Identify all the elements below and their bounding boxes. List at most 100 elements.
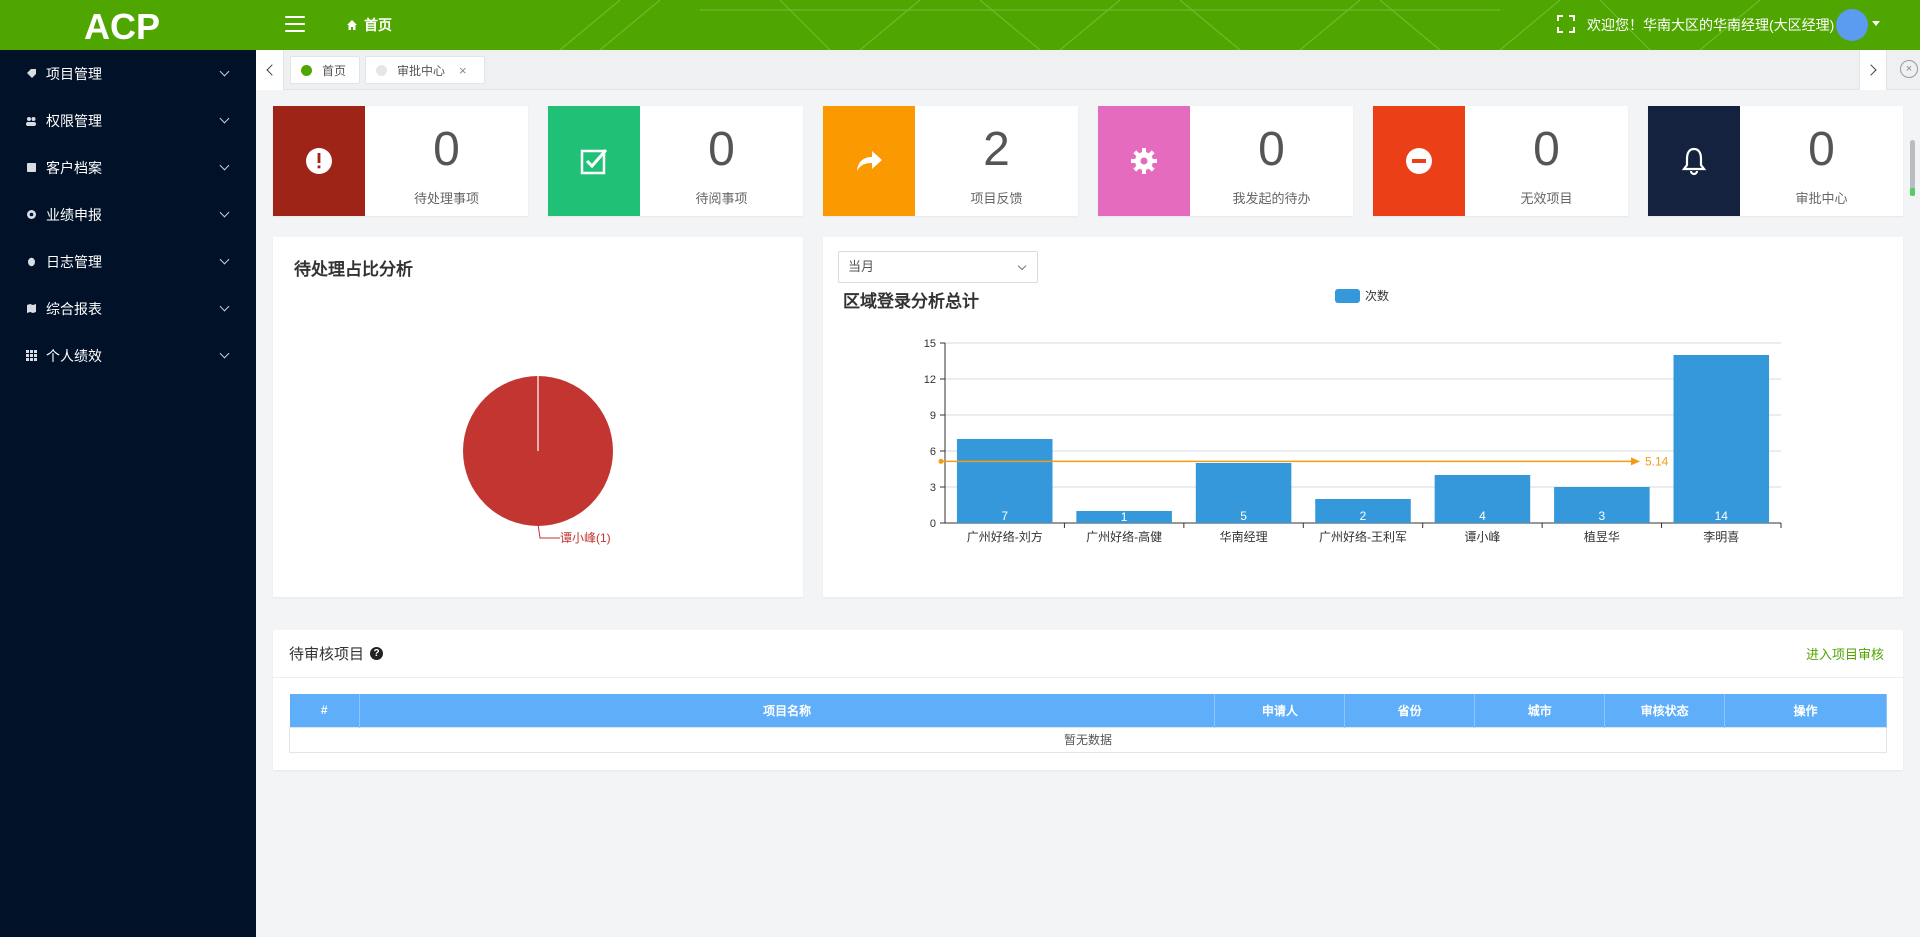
stat-label: 待处理事项 <box>413 191 479 206</box>
tab-scroll-left-button[interactable] <box>256 50 284 90</box>
close-all-tabs-icon[interactable]: × <box>1900 60 1918 78</box>
stat-card-5[interactable]: 0 审批中心 <box>1648 106 1903 216</box>
bar-value-label: 5 <box>1240 509 1247 523</box>
tab-home[interactable]: 首页 <box>290 56 360 84</box>
gear-icon <box>25 209 37 221</box>
sidebar-item-5[interactable]: 综合报表 <box>0 285 256 332</box>
pending-ratio-panel: 待处理占比分析 谭小峰(1) <box>273 237 803 597</box>
svg-text:ACP: ACP <box>84 6 160 44</box>
sidebar-item-4[interactable]: 日志管理 <box>0 238 256 285</box>
sidebar-item-label: 综合报表 <box>46 300 102 317</box>
bar-value-label: 7 <box>1001 509 1008 523</box>
bar-value-label: 1 <box>1121 510 1128 524</box>
share-arrow-icon <box>854 146 884 176</box>
y-tick-label: 12 <box>924 374 936 386</box>
tab-approval-center[interactable]: 审批中心 × <box>365 56 485 84</box>
y-tick-label: 3 <box>930 482 936 494</box>
period-select[interactable]: 当月 <box>838 251 1038 283</box>
divider <box>273 677 1903 678</box>
x-tick-label: 广州好络-王利军 <box>1319 529 1407 544</box>
x-tick-label: 谭小峰 <box>1464 530 1500 544</box>
x-tick-label: 广州好络-高健 <box>1086 529 1162 544</box>
x-tick-label: 植昱华 <box>1584 529 1620 544</box>
bar-value-label: 14 <box>1715 509 1729 523</box>
stat-card-0[interactable]: 0 待处理事项 <box>273 106 528 216</box>
chevron-down-icon <box>219 66 230 77</box>
chevron-right-icon <box>1865 64 1877 76</box>
stat-card-3[interactable]: 0 我发起的待办 <box>1098 106 1353 216</box>
chevron-down-icon <box>219 160 230 171</box>
column-header: 项目名称 <box>359 694 1216 727</box>
stat-value: 0 <box>1533 123 1560 176</box>
pie-chart: 谭小峰(1) <box>463 376 613 545</box>
tab-bar: 首页 审批中心 × × <box>256 50 1920 90</box>
home-link[interactable]: 首页 <box>346 15 392 35</box>
sidebar-item-1[interactable]: 权限管理 <box>0 97 256 144</box>
y-tick-label: 9 <box>930 410 936 422</box>
average-line-arrow <box>1631 457 1640 466</box>
grid-icon <box>25 350 37 362</box>
y-tick-label: 0 <box>930 518 936 530</box>
bar-value-label: 2 <box>1360 509 1367 523</box>
exclamation-icon <box>304 146 334 176</box>
average-line-label: 5.14 <box>1645 454 1669 468</box>
stat-card-4[interactable]: 0 无效项目 <box>1373 106 1628 216</box>
audit-title: 待审核项目 ? <box>289 643 384 664</box>
table-header-row: # 项目名称 申请人 省份 城市 审核状态 操作 <box>289 694 1887 727</box>
audit-title-text: 待审核项目 <box>289 646 365 663</box>
stat-label: 无效项目 <box>1520 191 1573 206</box>
stat-icon-box <box>1648 106 1740 216</box>
chevron-down-icon <box>219 207 230 218</box>
active-dot-icon <box>301 64 312 76</box>
users-icon <box>25 115 37 127</box>
average-line-start <box>938 458 944 464</box>
minus-circle-icon <box>1404 146 1434 176</box>
bar-chart: 0 3 6 9 12 15 7 广州好络-刘方 1 广州好络-高健 5 华南经理 2 广州好络-王利军 4 谭… <box>924 288 1782 544</box>
stat-card-1[interactable]: 0 待阅事项 <box>548 106 803 216</box>
audit-table: # 项目名称 申请人 省份 城市 审核状态 操作 暂无数据 <box>289 694 1887 753</box>
gear-icon <box>1129 146 1159 176</box>
inactive-dot-icon <box>376 64 387 76</box>
table-row: 暂无数据 <box>289 726 1887 753</box>
legend-swatch[interactable] <box>1335 289 1360 303</box>
pie-slice-label: 谭小峰(1) <box>560 531 611 545</box>
sidebar-item-label: 个人绩效 <box>46 347 102 364</box>
empty-message: 暂无数据 <box>289 726 1887 753</box>
tag-icon <box>25 68 37 80</box>
column-header: 申请人 <box>1214 694 1346 727</box>
sidebar-item-label: 日志管理 <box>46 253 102 270</box>
stat-icon-box <box>1373 106 1465 216</box>
sidebar-item-2[interactable]: 客户档案 <box>0 144 256 191</box>
tab-label: 首页 <box>322 63 347 78</box>
sidebar-item-0[interactable]: 项目管理 <box>0 50 256 97</box>
x-tick-label: 李明喜 <box>1703 529 1739 544</box>
stat-icon-box <box>548 106 640 216</box>
stat-icon-box <box>273 106 365 216</box>
stat-label: 待阅事项 <box>695 191 748 206</box>
tab-label: 审批中心 <box>397 63 446 78</box>
book-icon <box>25 162 37 174</box>
help-icon[interactable]: ? <box>370 647 384 660</box>
tab-scroll-right-button[interactable] <box>1859 50 1887 90</box>
bar-value-label: 4 <box>1479 509 1486 523</box>
fullscreen-icon[interactable] <box>1557 15 1575 33</box>
map-icon <box>25 303 37 315</box>
sidebar-item-6[interactable]: 个人绩效 <box>0 332 256 379</box>
y-tick-label: 6 <box>930 446 936 458</box>
close-icon[interactable]: × <box>459 63 467 78</box>
bar[interactable] <box>1673 355 1770 523</box>
chevron-down-icon <box>1017 261 1027 271</box>
column-header: 省份 <box>1344 694 1476 727</box>
stat-icon-box <box>823 106 915 216</box>
legend-label: 次数 <box>1365 288 1389 303</box>
y-tick-label: 15 <box>924 338 936 350</box>
stat-card-2[interactable]: 2 项目反馈 <box>823 106 1078 216</box>
sidebar-item-label: 权限管理 <box>46 112 102 129</box>
avatar[interactable] <box>1836 9 1868 41</box>
sidebar-item-3[interactable]: 业绩申报 <box>0 191 256 238</box>
acp-logo: ACP <box>84 6 160 44</box>
menu-toggle-button[interactable] <box>285 16 305 32</box>
column-header: 操作 <box>1724 694 1887 727</box>
caret-down-icon[interactable] <box>1872 21 1880 26</box>
enter-audit-link[interactable]: 进入项目审核 <box>1806 644 1884 663</box>
